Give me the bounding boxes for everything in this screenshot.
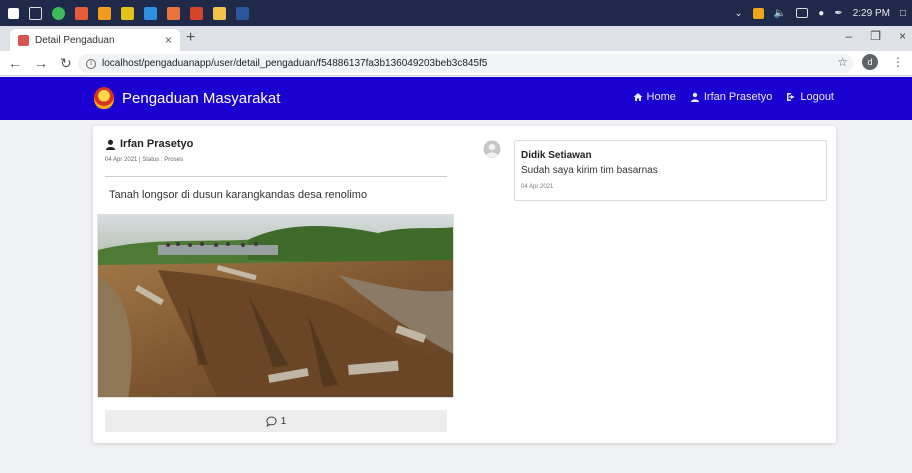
comment-count-button[interactable]: 1 — [105, 410, 447, 432]
nav-link-label: Irfan Prasetyo — [703, 91, 773, 103]
window-controls: – ❐ × — [846, 29, 906, 43]
reply-author: Didik Setiawan — [521, 150, 592, 161]
nav-link-profile[interactable]: Irfan Prasetyo — [690, 91, 772, 103]
menu-icon[interactable]: ⋮ — [892, 55, 904, 69]
restore-icon[interactable]: ❐ — [870, 29, 881, 43]
windows-start-icon[interactable] — [8, 7, 19, 19]
new-tab-icon[interactable]: + — [186, 29, 195, 47]
home-icon — [633, 93, 643, 101]
browser-tab-strip: Detail Pengaduan × + – ❐ × — [0, 26, 912, 51]
app-icon[interactable] — [75, 6, 88, 20]
avatar-icon — [483, 140, 501, 158]
bookmark-star-icon[interactable]: ☆ — [837, 55, 848, 69]
volume-icon[interactable]: 🔈 — [774, 8, 786, 19]
close-window-icon[interactable]: × — [899, 29, 906, 43]
tab-title: Detail Pengaduan — [35, 34, 115, 46]
favicon-icon — [18, 34, 29, 46]
post-meta: 04 Apr 2021 | Status : Proses — [105, 157, 183, 163]
taskbar-apps — [0, 6, 249, 20]
complaint-detail-card: Irfan Prasetyo 04 Apr 2021 | Status : Pr… — [93, 126, 836, 443]
app-icon[interactable] — [121, 6, 134, 20]
windows-taskbar: ⌄ 🔈 ● ✒ 2:29 PM □ — [0, 0, 912, 26]
network-icon[interactable]: ● — [818, 8, 824, 19]
pen-icon[interactable]: ✒ — [834, 8, 842, 19]
nav-link-label: Logout — [800, 91, 834, 103]
notification-icon[interactable]: □ — [900, 8, 906, 19]
user-icon — [105, 139, 116, 150]
reply-date: 04 Apr 2021 — [521, 184, 554, 190]
browser-tab[interactable]: Detail Pengaduan × — [10, 29, 180, 51]
post-author-name: Irfan Prasetyo — [120, 138, 194, 150]
user-icon — [690, 92, 699, 102]
app-icon[interactable] — [190, 6, 203, 20]
close-tab-icon[interactable]: × — [165, 33, 172, 47]
app-icon[interactable] — [98, 6, 111, 20]
reply-card: Didik Setiawan Sudah saya kirim tim basa… — [514, 140, 827, 201]
system-clock[interactable]: 2:29 PM — [853, 8, 890, 19]
site-info-icon[interactable]: i — [86, 58, 96, 69]
toolbar-right: ☆ d ⋮ — [837, 54, 904, 70]
divider — [105, 176, 447, 177]
comment-count: 1 — [280, 415, 287, 427]
logout-icon — [787, 93, 795, 101]
url-text: localhost/pengaduanapp/user/detail_penga… — [102, 58, 488, 69]
post-author: Irfan Prasetyo — [105, 138, 193, 150]
brand-title: Pengaduan Masyarakat — [122, 89, 281, 107]
nav-links: Home Irfan Prasetyo Logout — [633, 91, 834, 103]
chrome-icon[interactable] — [52, 6, 65, 20]
profile-avatar[interactable]: d — [862, 54, 878, 70]
post-text: Tanah longsor di dusun karangkandas desa… — [109, 189, 368, 201]
complaint-photo — [97, 214, 454, 398]
nav-buttons: ← → ↻ — [8, 55, 72, 72]
app-icon[interactable] — [167, 6, 180, 20]
system-tray: ⌄ 🔈 ● ✒ 2:29 PM □ — [734, 0, 906, 26]
nav-link-home[interactable]: Home — [633, 91, 676, 103]
reload-icon[interactable]: ↻ — [60, 55, 72, 72]
brand-logo-icon — [94, 87, 114, 109]
tray-app-icon[interactable] — [752, 7, 764, 19]
word-icon[interactable] — [236, 6, 249, 20]
nav-link-logout[interactable]: Logout — [786, 91, 834, 103]
task-view-icon[interactable] — [29, 6, 42, 20]
minimize-icon[interactable]: – — [846, 29, 853, 43]
vscode-icon[interactable] — [144, 6, 157, 20]
back-icon[interactable]: ← — [8, 55, 22, 72]
nav-link-label: Home — [646, 91, 676, 103]
chevron-up-icon[interactable]: ⌄ — [734, 8, 742, 19]
browser-toolbar: ← → ↻ i localhost/pengaduanapp/user/deta… — [0, 51, 912, 76]
app-navbar: Pengaduan Masyarakat Home Irfan Prasetyo… — [0, 77, 912, 120]
landslide-photo — [98, 215, 453, 397]
folder-icon[interactable] — [213, 6, 226, 20]
brand[interactable]: Pengaduan Masyarakat — [94, 87, 280, 109]
reply-text: Sudah saya kirim tim basarnas — [521, 165, 658, 176]
forward-icon[interactable]: → — [34, 55, 48, 72]
comment-icon — [266, 416, 277, 427]
battery-icon[interactable] — [796, 8, 809, 18]
address-bar[interactable]: i localhost/pengaduanapp/user/detail_pen… — [78, 54, 853, 73]
